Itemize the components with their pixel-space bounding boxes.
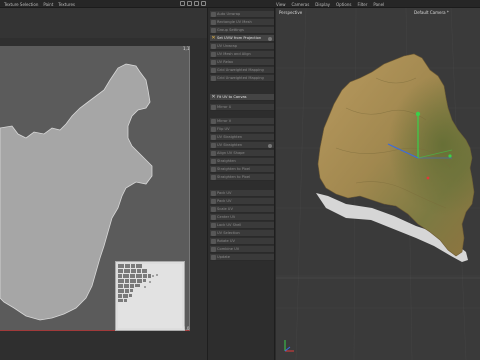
tool-icon (211, 119, 216, 124)
axis-orientation-icon (284, 340, 294, 352)
tool-uv-mesh-align[interactable]: UV Mesh and Align (210, 51, 274, 58)
tool-uv-straighten[interactable]: UV Straighten (210, 134, 274, 141)
tool-update[interactable]: Update (210, 254, 274, 261)
viewport-view-name[interactable]: Perspective (279, 10, 302, 15)
tool-uv-relax[interactable]: UV Relax (210, 59, 274, 66)
menu-textures[interactable]: Textures (58, 2, 75, 7)
lock-icon[interactable] (180, 1, 185, 6)
tool-icon (211, 52, 216, 57)
tool-icon (211, 127, 216, 132)
tool-pack-uv[interactable]: Pack UV (210, 190, 274, 197)
tool-icon (211, 151, 216, 156)
tool-icon (211, 68, 216, 73)
tool-fit-uv-to-canvas[interactable]: ✕ Fit UV to Canvas (210, 94, 274, 101)
viewport-scene[interactable] (276, 8, 480, 360)
tool-icon (211, 135, 216, 140)
tool-icon (211, 223, 216, 228)
menu-view[interactable]: View (276, 2, 286, 7)
top-menu-bar: Texture Selection Paint Textures View Ca… (0, 0, 480, 8)
tool-mirror-u[interactable]: Mirror U (210, 104, 274, 111)
tool-icon (211, 12, 216, 17)
tool-grid-unweighted-mapping-2[interactable]: Grid Unweighted Mapping (210, 75, 274, 82)
viewport-header: Perspective Default Camera * (276, 8, 480, 16)
tool-icon (211, 207, 216, 212)
menu-paint[interactable]: Paint (43, 2, 53, 7)
tool-flip-uv[interactable]: Flip UV (210, 126, 274, 133)
viewport-menu: View Cameras Display Options Filter Pane… (276, 2, 384, 7)
move-icon[interactable] (187, 1, 192, 6)
viewport-camera-name[interactable]: Default Camera * (414, 10, 449, 15)
menu-texture-selection[interactable]: Texture Selection (4, 2, 38, 7)
tool-uv-straighten-2[interactable]: UV Straighten (210, 142, 274, 149)
tool-icon (211, 255, 216, 260)
tool-align-uv-shape[interactable]: Align UV Shape (210, 150, 274, 157)
projection-icon: ✕ (211, 35, 216, 41)
fit-canvas-icon: ✕ (211, 94, 216, 100)
uv-corner-bottom-right: 1,0 (183, 326, 190, 331)
menu-options[interactable]: Options (336, 2, 351, 7)
tool-set-uvw-from-projection[interactable]: ✕ Set UVW from Projection (210, 35, 274, 42)
tool-icon (211, 167, 216, 172)
uv-corner-top-right: 1,1 (183, 46, 190, 51)
tool-pack-uv-2[interactable]: Pack UV (210, 198, 274, 205)
tool-icon (211, 143, 216, 148)
tool-rotate-uv[interactable]: Rotate UV (210, 238, 274, 245)
uv-editor-header (0, 8, 207, 38)
tool-icon (211, 191, 216, 196)
uv-editor-panel: 1,1 1,0 (0, 8, 207, 360)
tool-group-settings[interactable]: Group Settings (210, 27, 274, 34)
3d-viewport[interactable]: Perspective Default Camera * (276, 8, 480, 360)
tool-icon (211, 105, 216, 110)
grid-icon[interactable] (201, 1, 206, 6)
tool-icon (211, 239, 216, 244)
tool-uv-unwrap[interactable]: UV Unwrap (210, 43, 274, 50)
tool-icon (211, 231, 216, 236)
tool-icon (211, 199, 216, 204)
texture-thumbnail-pattern (118, 264, 182, 328)
menu-filter[interactable]: Filter (357, 2, 367, 7)
tool-icon (211, 44, 216, 49)
menu-panel[interactable]: Panel (373, 2, 384, 7)
tool-icon (211, 215, 216, 220)
tool-straighten-to-pixel[interactable]: Straighten to Pixel (210, 166, 274, 173)
tool-lock-uv-shell[interactable]: Lock UV Shell (210, 222, 274, 229)
uv-editor-icons (180, 1, 206, 6)
tool-icon (211, 28, 216, 33)
tool-icon (211, 247, 216, 252)
tool-straighten[interactable]: Straighten (210, 158, 274, 165)
tool-uv-selection[interactable]: UV Selection (210, 230, 274, 237)
tool-icon (211, 20, 216, 25)
menu-cameras[interactable]: Cameras (292, 2, 310, 7)
settings-dot-icon[interactable] (268, 143, 272, 148)
uv-editor-menu: Texture Selection Paint Textures (4, 2, 75, 7)
tool-rectangle-uv-mesh[interactable]: Rectangle UV Mesh (210, 19, 274, 26)
tool-grid-unweighted-mapping[interactable]: Grid Unweighted Mapping (210, 67, 274, 74)
rotate-icon[interactable] (194, 1, 199, 6)
texture-thumbnail[interactable] (115, 261, 185, 331)
tool-icon (211, 60, 216, 65)
settings-dot-icon[interactable] (268, 36, 272, 41)
tool-icon (211, 159, 216, 164)
tool-combine-uv[interactable]: Combine UV (210, 246, 274, 253)
tool-auto-unwrap[interactable]: Auto Unwrap (210, 11, 274, 18)
menu-display[interactable]: Display (315, 2, 330, 7)
tool-mirror-v[interactable]: Mirror V (210, 118, 274, 125)
uv-tools-panel: Auto Unwrap Rectangle UV Mesh Group Sett… (207, 8, 275, 360)
tool-icon (211, 76, 216, 81)
tool-icon (211, 175, 216, 180)
tool-center-uv[interactable]: Center UV (210, 214, 274, 221)
tool-scale-uv[interactable]: Scale UV (210, 206, 274, 213)
tool-straighten-to-pixel-2[interactable]: Straighten to Pixel (210, 174, 274, 181)
